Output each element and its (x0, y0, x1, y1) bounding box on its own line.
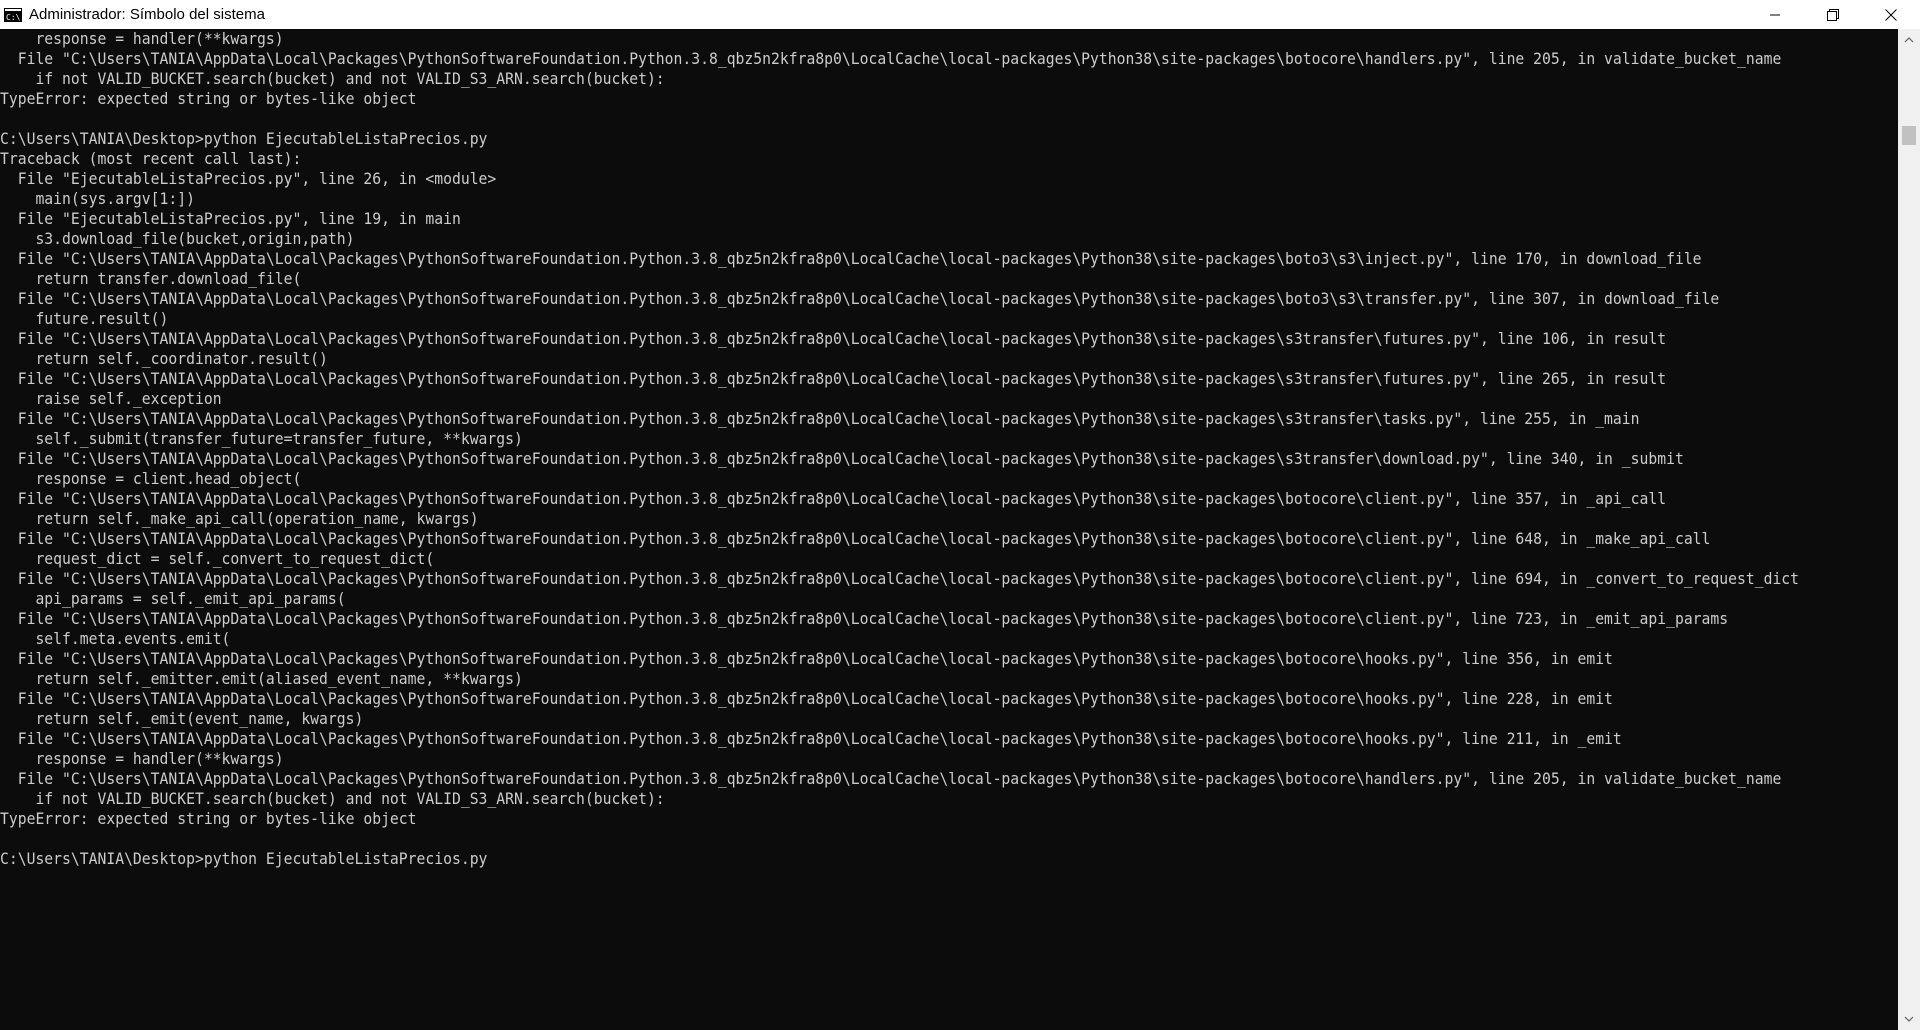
console-line: File "C:\Users\TANIA\AppData\Local\Packa… (0, 409, 1640, 428)
console-line: File "C:\Users\TANIA\AppData\Local\Packa… (0, 529, 1711, 548)
console-line: api_params = self._emit_api_params( (0, 589, 346, 608)
console-line: File "C:\Users\TANIA\AppData\Local\Packa… (0, 49, 1782, 68)
svg-text:C:\: C:\ (6, 13, 21, 22)
cmd-icon[interactable]: C:\ (3, 7, 23, 23)
console-line: TypeError: expected string or bytes-like… (0, 809, 417, 828)
console-line: File "C:\Users\TANIA\AppData\Local\Packa… (0, 769, 1782, 788)
console-line: File "EjecutableListaPrecios.py", line 1… (0, 209, 461, 228)
console-line: main(sys.argv[1:]) (0, 189, 195, 208)
console-line: TypeError: expected string or bytes-like… (0, 89, 417, 108)
console-line: File "C:\Users\TANIA\AppData\Local\Packa… (0, 649, 1613, 668)
console-line: File "C:\Users\TANIA\AppData\Local\Packa… (0, 489, 1667, 508)
window-controls (1746, 0, 1920, 29)
console-line: request_dict = self._convert_to_request_… (0, 549, 435, 568)
console-line: return transfer.download_file( (0, 269, 302, 288)
console-line: if not VALID_BUCKET.search(bucket) and n… (0, 789, 665, 808)
minimize-button[interactable] (1746, 0, 1804, 29)
console-line: File "C:\Users\TANIA\AppData\Local\Packa… (0, 569, 1800, 588)
console-line: File "C:\Users\TANIA\AppData\Local\Packa… (0, 369, 1667, 388)
minimize-icon (1770, 14, 1780, 15)
close-icon (1885, 8, 1897, 21)
console-line: self._submit(transfer_future=transfer_fu… (0, 429, 523, 448)
scroll-up-arrow-icon (1904, 37, 1914, 43)
console-line: File "C:\Users\TANIA\AppData\Local\Packa… (0, 729, 1622, 748)
close-button[interactable] (1862, 0, 1920, 29)
command-prompt-window: C:\ Administrador: Símbolo del sistema r… (0, 0, 1920, 1030)
console-line: if not VALID_BUCKET.search(bucket) and n… (0, 69, 665, 88)
console-line: return self._make_api_call(operation_nam… (0, 509, 479, 528)
restore-button[interactable] (1804, 0, 1862, 29)
console-line: File "C:\Users\TANIA\AppData\Local\Packa… (0, 689, 1613, 708)
console-line: response = handler(**kwargs) (0, 29, 284, 48)
console-line: File "C:\Users\TANIA\AppData\Local\Packa… (0, 449, 1684, 468)
console-line: return self._emit(event_name, kwargs) (0, 709, 364, 728)
console-line: response = handler(**kwargs) (0, 749, 284, 768)
scrollbar-thumb[interactable] (1902, 126, 1916, 145)
scroll-down-arrow-icon (1904, 1016, 1914, 1022)
console-line: File "C:\Users\TANIA\AppData\Local\Packa… (0, 329, 1667, 348)
console-line: s3.download_file(bucket,origin,path) (0, 229, 355, 248)
console-line: C:\Users\TANIA\Desktop>python Ejecutable… (0, 129, 488, 148)
console-line: File "C:\Users\TANIA\AppData\Local\Packa… (0, 609, 1729, 628)
console-line: C:\Users\TANIA\Desktop>python Ejecutable… (0, 849, 488, 868)
console-line: return self._emitter.emit(aliased_event_… (0, 669, 523, 688)
console-line: File "C:\Users\TANIA\AppData\Local\Packa… (0, 249, 1702, 268)
vertical-scrollbar[interactable] (1898, 29, 1920, 1030)
console-line: future.result() (0, 309, 169, 328)
scroll-up-button[interactable] (1898, 29, 1920, 51)
console-line: self.meta.events.emit( (0, 629, 231, 648)
console-line: File "C:\Users\TANIA\AppData\Local\Packa… (0, 289, 1720, 308)
window-titlebar[interactable]: C:\ Administrador: Símbolo del sistema (0, 0, 1920, 29)
restore-icon (1827, 8, 1839, 21)
console-text: response = handler(**kwargs) File "C:\Us… (0, 29, 1799, 869)
console-output-area[interactable]: response = handler(**kwargs) File "C:\Us… (0, 29, 1898, 1030)
console-line: raise self._exception (0, 389, 222, 408)
scroll-down-button[interactable] (1898, 1008, 1920, 1030)
window-title: Administrador: Símbolo del sistema (29, 6, 265, 23)
console-line: return self._coordinator.result() (0, 349, 328, 368)
console-line: response = client.head_object( (0, 469, 302, 488)
console-line: Traceback (most recent call last): (0, 149, 302, 168)
console-line: File "EjecutableListaPrecios.py", line 2… (0, 169, 497, 188)
